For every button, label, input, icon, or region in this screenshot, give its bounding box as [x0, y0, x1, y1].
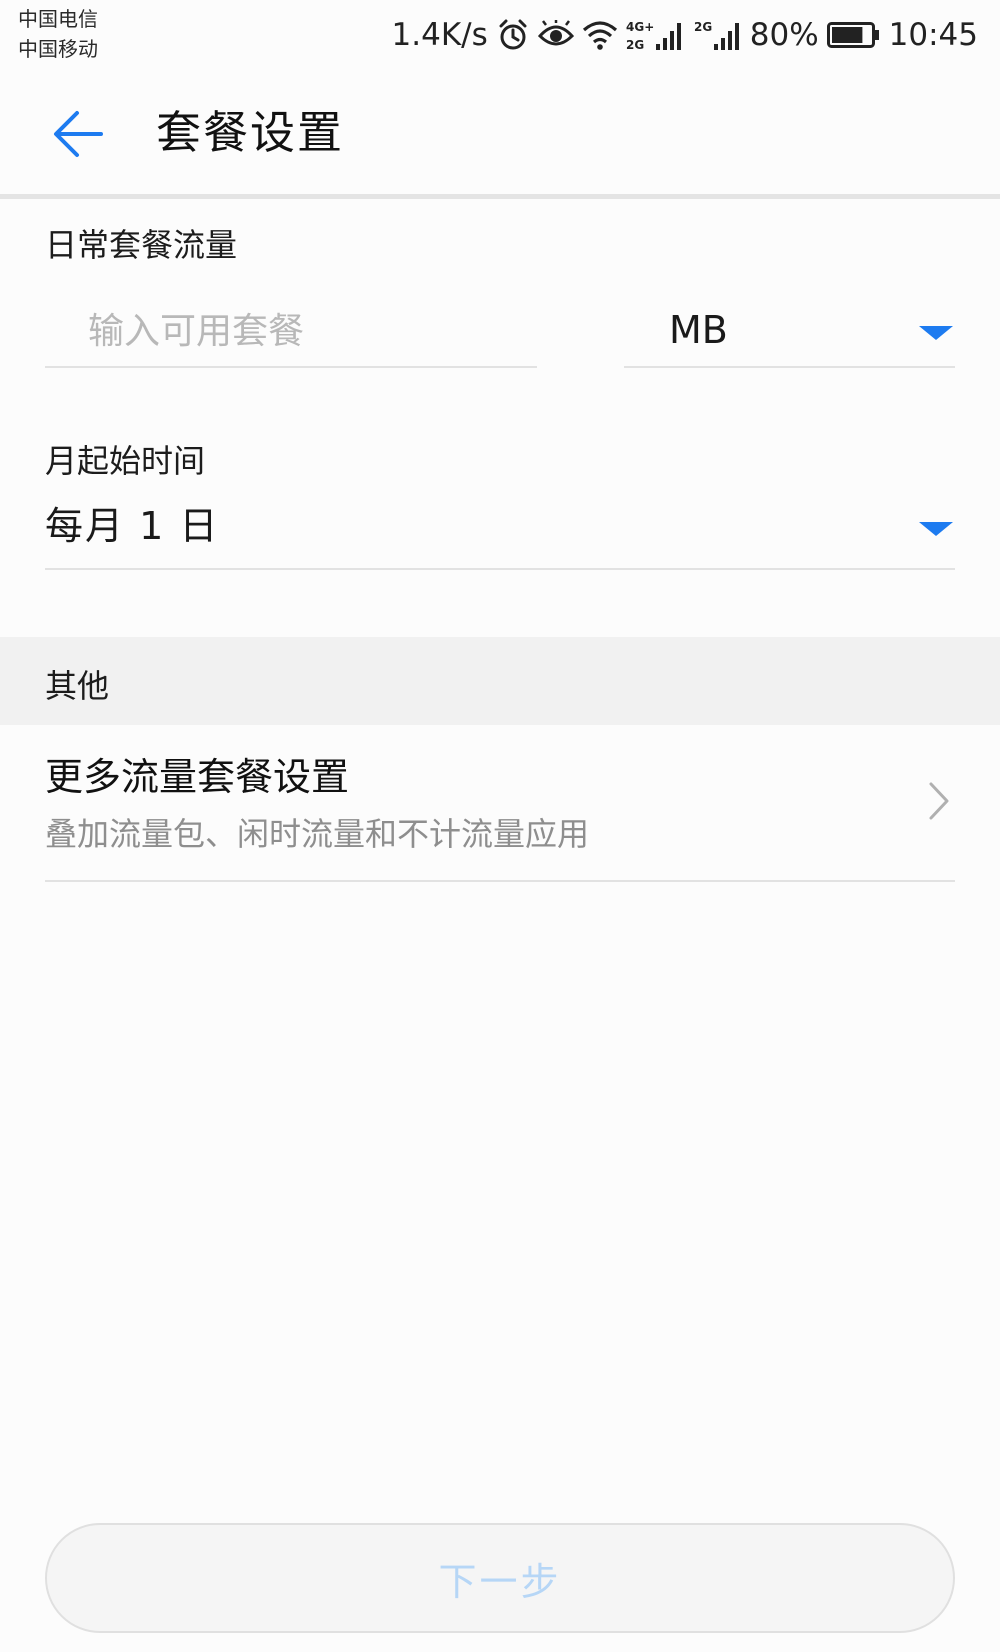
chevron-right-icon: [927, 781, 951, 825]
daily-plan-label: 日常套餐流量: [45, 226, 238, 264]
more-settings-subtitle: 叠加流量包、闲时流量和不计流量应用: [45, 815, 590, 853]
next-step-label: 下一步: [438, 1559, 562, 1604]
back-button[interactable]: [38, 98, 118, 174]
page-title: 套餐设置: [156, 106, 345, 159]
dropdown-triangle-icon: [919, 522, 953, 536]
unit-selected-value: MB: [669, 308, 728, 352]
status-bar: 中国电信 中国移动 1.4K/s 4G+ 2G 2G 80% 10:45: [0, 0, 1000, 78]
signal-icon: 4G+ 2G: [626, 18, 686, 52]
app-header: 套餐设置: [0, 78, 1000, 196]
status-indicators: 1.4K/s 4G+ 2G 2G 80% 10:45: [392, 14, 978, 56]
svg-text:2G: 2G: [626, 38, 644, 52]
more-plan-settings-row[interactable]: 更多流量套餐设置 叠加流量包、闲时流量和不计流量应用: [45, 725, 955, 882]
signal-2-type-label: 2G: [694, 20, 712, 34]
arrow-left-icon: [51, 107, 105, 165]
dropdown-triangle-icon: [919, 326, 953, 340]
plan-settings-screen: 中国电信 中国移动 1.4K/s 4G+ 2G 2G 80% 10:45 套餐设…: [0, 0, 1000, 1652]
battery-percent: 80%: [749, 17, 819, 53]
battery-fill: [831, 27, 863, 43]
net-speed: 1.4K/s: [391, 17, 488, 53]
month-start-value: 每月 1 日: [45, 504, 220, 548]
section-header-other: 其他: [0, 637, 1000, 725]
signal-1-type-label: 4G+: [626, 20, 654, 34]
carrier-2-label: 中国移动: [18, 37, 98, 61]
month-start-label: 月起始时间: [45, 442, 206, 480]
plan-amount-input[interactable]: [45, 296, 537, 368]
next-step-button[interactable]: 下一步: [45, 1523, 955, 1633]
carrier-1-label: 中国电信: [18, 7, 98, 31]
more-settings-title: 更多流量套餐设置: [45, 755, 350, 799]
section-title: 其他: [45, 667, 110, 705]
wifi-icon: [582, 20, 618, 50]
clock-time: 10:45: [888, 17, 978, 53]
header-divider: [0, 194, 1000, 199]
eye-comfort-icon: [537, 20, 574, 50]
unit-dropdown[interactable]: MB: [624, 296, 955, 368]
alarm-icon: [496, 18, 530, 52]
signal-icon: 2G: [694, 18, 742, 52]
battery-icon: [826, 21, 881, 49]
month-start-dropdown[interactable]: 每月 1 日: [45, 496, 955, 570]
